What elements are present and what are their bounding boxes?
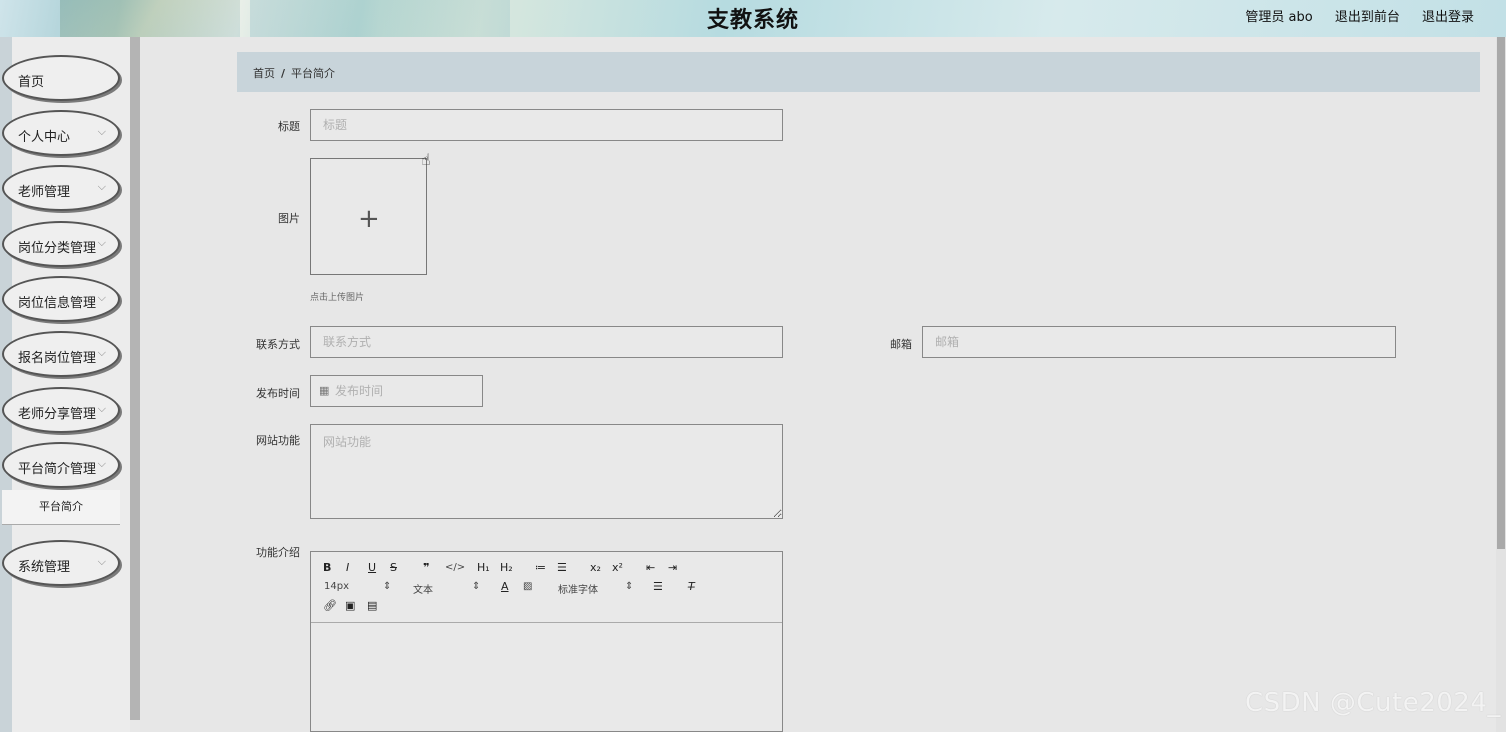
chevron-down-icon: ⌵ <box>97 555 106 568</box>
image-label: 图片 <box>278 212 300 225</box>
editor-content-area[interactable] <box>311 623 782 731</box>
contact-input[interactable] <box>310 326 783 358</box>
strike-button[interactable]: S <box>390 561 397 574</box>
ordered-list-button[interactable]: ≔ <box>535 561 546 574</box>
select-arrows-icon: ⇕ <box>472 581 481 592</box>
align-icon[interactable]: ☰ <box>653 580 663 593</box>
sidebar-item-teacher-management[interactable]: 老师管理 ⌵ <box>2 165 120 211</box>
header-user-area: 管理员 abo 退出到前台 退出登录 <box>1227 6 1474 25</box>
publish-time-picker[interactable]: ▦ <box>310 375 485 407</box>
email-label: 邮箱 <box>890 338 912 351</box>
intro-label: 功能介绍 <box>256 546 300 559</box>
font-size-select[interactable]: 14px <box>324 581 349 592</box>
font-family-select[interactable]: 标准字体 <box>558 581 598 596</box>
sidebar-item-label: 个人中心 <box>18 130 71 145</box>
indent-button[interactable]: ⇥ <box>668 561 677 574</box>
sidebar-item-home[interactable]: 首页 <box>2 55 120 101</box>
heading1-button[interactable]: H₁ <box>477 561 490 574</box>
sidebar-item-label: 首页 <box>18 75 45 90</box>
chevron-down-icon: ⌵ <box>97 236 106 249</box>
select-arrows-icon: ⇕ <box>625 581 634 592</box>
sidebar-item-teacher-share-management[interactable]: 老师分享管理 ⌵ <box>2 387 120 433</box>
current-user: 管理员 abo <box>1245 10 1313 25</box>
sidebar-item-label: 岗位分类管理 <box>18 241 97 256</box>
video-icon[interactable]: ▤ <box>367 599 377 612</box>
logout-link[interactable]: 退出登录 <box>1422 10 1474 25</box>
chevron-down-icon: ⌵ <box>97 457 106 470</box>
sidebar-item-platform-intro-management[interactable]: 平台简介管理 ⌵ <box>2 442 120 488</box>
top-header: 支教系统 管理员 abo 退出到前台 退出登录 <box>0 0 1506 37</box>
plus-icon: + <box>358 204 380 234</box>
subscript-button[interactable]: x₂ <box>590 561 601 574</box>
sidebar-item-post-info-management[interactable]: 岗位信息管理 ⌵ <box>2 276 120 322</box>
breadcrumb-home[interactable]: 首页 <box>253 67 275 80</box>
background-color-icon[interactable]: ▨ <box>523 581 532 592</box>
upload-tip: 点击上传图片 <box>310 293 365 303</box>
chevron-down-icon: ⌵ <box>97 346 106 359</box>
sidebar-item-label: 系统管理 <box>18 560 71 575</box>
back-to-front-link[interactable]: 退出到前台 <box>1335 10 1400 25</box>
email-field[interactable] <box>922 326 1396 358</box>
site-function-label: 网站功能 <box>256 434 300 447</box>
sidebar-item-post-category-management[interactable]: 岗位分类管理 ⌵ <box>2 221 120 267</box>
quote-button[interactable]: ❞ <box>423 561 429 574</box>
code-button[interactable]: </> <box>445 562 465 573</box>
calendar-icon: ▦ <box>319 384 330 397</box>
contact-label: 联系方式 <box>256 338 300 351</box>
chevron-down-icon: ⌵ <box>97 291 106 304</box>
sidebar-item-label: 平台简介管理 <box>18 462 97 477</box>
heading2-button[interactable]: H₂ <box>500 561 513 574</box>
breadcrumb-separator: / <box>281 67 286 80</box>
bullet-list-button[interactable]: ☰ <box>557 561 567 574</box>
link-icon[interactable]: 🔗︎ <box>323 599 337 612</box>
breadcrumb: 首页 / 平台简介 <box>237 52 1480 92</box>
clear-format-icon[interactable]: T̶ <box>688 580 695 593</box>
sidebar-item-label: 老师分享管理 <box>18 407 97 422</box>
image-icon[interactable]: ▣ <box>345 599 355 612</box>
breadcrumb-current: 平台简介 <box>291 67 336 80</box>
underline-button[interactable]: U <box>368 561 376 574</box>
sidebar-scrollbar[interactable] <box>130 37 140 720</box>
chevron-down-icon: ⌵ <box>97 402 106 415</box>
outdent-button[interactable]: ⇤ <box>646 561 655 574</box>
chevron-down-icon: ⌵ <box>97 180 106 193</box>
sidebar-item-label: 老师管理 <box>18 185 71 200</box>
publish-time-label: 发布时间 <box>256 387 300 400</box>
sidebar-item-personal-center[interactable]: 个人中心 ⌵ <box>2 110 120 156</box>
editor-toolbar: B I U S ❞ </> H₁ H₂ ≔ ☰ x₂ x² ⇤ ⇥ 14px ⇕… <box>311 552 782 623</box>
italic-button[interactable]: I <box>346 561 349 574</box>
font-color-icon[interactable]: A <box>501 580 509 593</box>
superscript-button[interactable]: x² <box>612 561 623 574</box>
image-upload-button[interactable]: + <box>310 158 427 275</box>
site-function-textarea[interactable] <box>310 424 783 519</box>
sidebar-subitem-platform-intro[interactable]: 平台简介 <box>2 490 120 525</box>
title-input[interactable] <box>310 109 783 141</box>
publish-time-input[interactable] <box>333 376 485 406</box>
page-scrollbar[interactable] <box>1497 37 1505 549</box>
hand-pointer-icon: ☝ <box>421 150 431 169</box>
sidebar-item-system-management[interactable]: 系统管理 ⌵ <box>2 540 120 586</box>
select-arrows-icon: ⇕ <box>383 581 392 592</box>
sidebar-item-signup-management[interactable]: 报名岗位管理 ⌵ <box>2 331 120 377</box>
text-type-select[interactable]: 文本 <box>413 581 433 596</box>
sidebar-item-label: 岗位信息管理 <box>18 296 97 311</box>
rich-text-editor: B I U S ❞ </> H₁ H₂ ≔ ☰ x₂ x² ⇤ ⇥ 14px ⇕… <box>310 551 783 732</box>
title-label: 标题 <box>278 120 300 133</box>
bold-button[interactable]: B <box>323 561 331 574</box>
chevron-down-icon: ⌵ <box>97 125 106 138</box>
watermark: CSDN @Cute2024_ <box>1245 688 1501 718</box>
sidebar-item-label: 报名岗位管理 <box>18 351 97 366</box>
